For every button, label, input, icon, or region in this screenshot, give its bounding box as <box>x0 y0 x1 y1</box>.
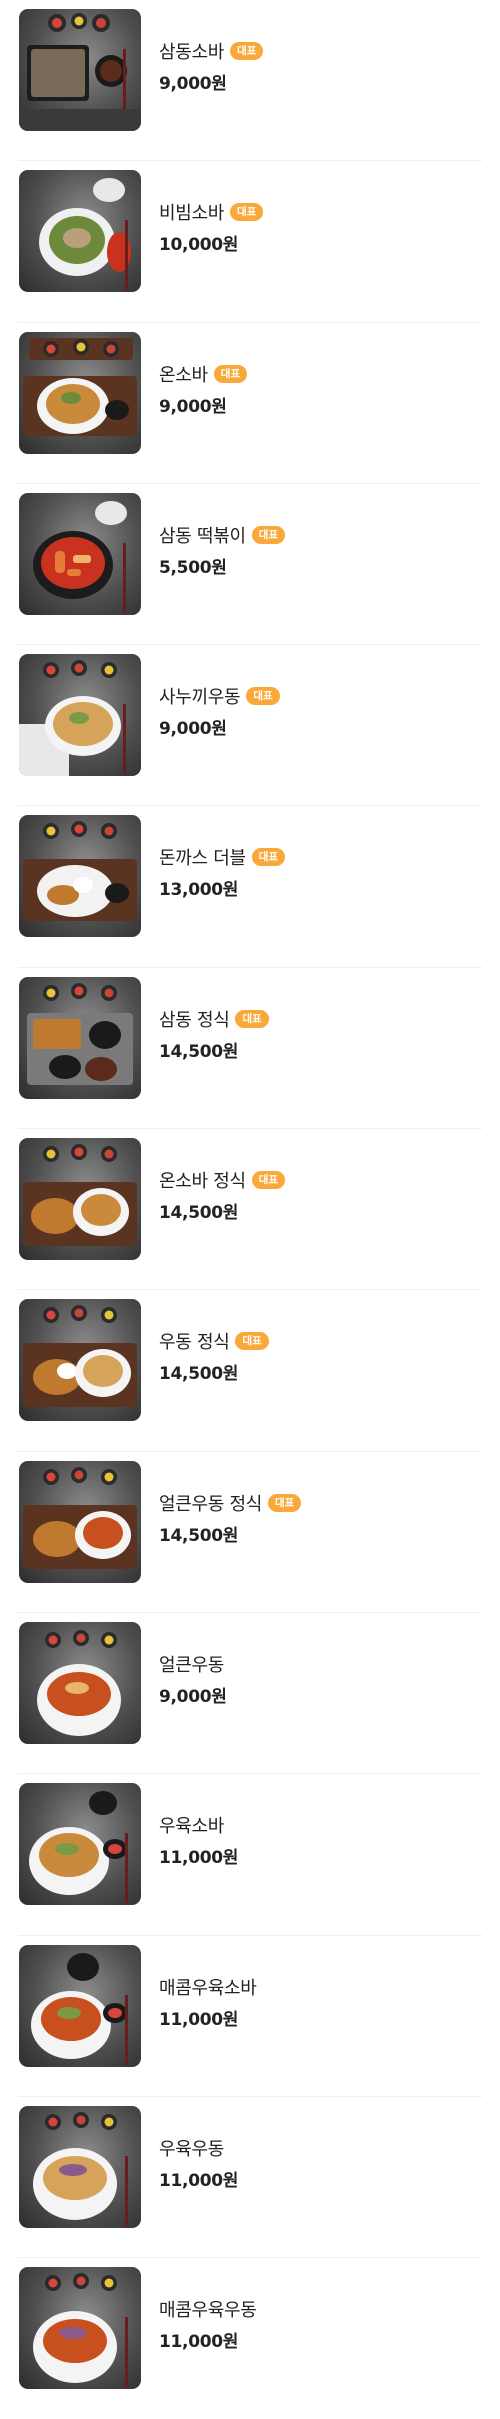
menu-item-price: 13,000원 <box>159 880 239 901</box>
menu-item[interactable]: 얼큰우동 9,000원 <box>0 1613 500 1775</box>
menu-item-name: 얼큰우동 정식 <box>159 1493 262 1515</box>
hot-soba-set-photo <box>19 1138 141 1261</box>
signature-badge: 대표 <box>251 848 286 867</box>
menu-item-price: 14,500원 <box>159 1525 239 1546</box>
spicy-udon-set-photo <box>19 1460 141 1583</box>
menu-item-price: 5,500원 <box>159 557 227 578</box>
menu-item[interactable]: 우육우동 11,000원 <box>0 2097 500 2259</box>
menu-item[interactable]: 돈까스 더블 대표 13,000원 <box>0 806 500 968</box>
menu-item[interactable]: 온소바 정식 대표 14,500원 <box>0 1129 500 1291</box>
menu-item[interactable]: 온소바 대표 9,000원 <box>0 323 500 484</box>
menu-item-price: 14,500원 <box>159 1041 239 1062</box>
spicy-beef-soba-photo <box>19 1944 141 2067</box>
menu-item[interactable]: 매콤우육소바 11,000원 <box>0 1936 500 2097</box>
menu-item[interactable]: 비빔소바 대표 10,000원 <box>0 161 500 323</box>
spicy-udon-photo <box>19 1621 141 1744</box>
menu-item[interactable]: 우육소바 11,000원 <box>0 1774 500 1936</box>
zaru-soba-set-photo <box>19 9 141 131</box>
beef-udon-photo <box>19 2105 141 2228</box>
menu-item[interactable]: 삼동 떡볶이 대표 5,500원 <box>0 484 500 646</box>
menu-list: 삼동소바 대표 9,000원 비빔소바 대표 10,000원 온소바 대표 9,… <box>0 0 500 2419</box>
menu-item-name: 사누끼우동 <box>159 687 241 709</box>
menu-item-name: 우육소바 <box>159 1816 225 1838</box>
menu-item-price: 14,500원 <box>159 1203 239 1224</box>
menu-item-price: 10,000원 <box>159 235 239 256</box>
menu-item-name: 온소바 <box>159 364 208 386</box>
menu-item-price: 9,000원 <box>159 719 227 740</box>
menu-item[interactable]: 얼큰우동 정식 대표 14,500원 <box>0 1452 500 1613</box>
menu-item-name: 우동 정식 <box>159 1332 230 1354</box>
signature-badge: 대표 <box>235 1332 269 1351</box>
menu-item-name: 삼동소바 <box>159 42 225 63</box>
beef-soba-photo <box>19 1783 141 1906</box>
signature-badge: 대표 <box>267 1493 302 1512</box>
menu-item-price: 9,000원 <box>159 1686 227 1707</box>
samdong-set-photo <box>19 976 141 1099</box>
signature-badge: 대표 <box>230 42 264 60</box>
menu-item-price: 14,500원 <box>159 1364 239 1385</box>
donkatsu-double-photo <box>19 815 141 938</box>
tteokbokki-photo <box>19 492 141 615</box>
signature-badge: 대표 <box>246 687 280 706</box>
menu-item[interactable]: 삼동 정식 대표 14,500원 <box>0 968 500 1130</box>
menu-item-price: 11,000원 <box>159 1848 239 1869</box>
menu-item-name: 우육우동 <box>159 2138 225 2160</box>
menu-item-price: 11,000원 <box>159 2170 239 2191</box>
menu-item-name: 매콤우육소바 <box>159 1977 257 1999</box>
menu-item-price: 9,000원 <box>159 396 227 417</box>
menu-item-name: 매콤우육우동 <box>159 2300 257 2322</box>
menu-item-name: 삼동 정식 <box>159 1009 230 1031</box>
sanuki-udon-photo <box>19 654 141 777</box>
menu-item-price: 11,000원 <box>159 2009 239 2030</box>
signature-badge: 대표 <box>213 364 248 383</box>
spicy-beef-udon-photo <box>19 2267 141 2390</box>
hot-soba-photo <box>19 331 141 454</box>
menu-item[interactable]: 사누끼우동 대표 9,000원 <box>0 645 500 807</box>
signature-badge: 대표 <box>235 1009 269 1028</box>
signature-badge: 대표 <box>251 1171 286 1190</box>
menu-item-name: 삼동 떡볶이 <box>159 525 246 547</box>
menu-item-price: 11,000원 <box>159 2332 239 2353</box>
menu-item-name: 비빔소바 <box>159 203 225 225</box>
menu-item-name: 돈까스 더블 <box>159 848 246 870</box>
signature-badge: 대표 <box>230 203 264 222</box>
menu-item[interactable]: 삼동소바 대표 9,000원 <box>0 0 500 162</box>
signature-badge: 대표 <box>251 525 286 544</box>
udon-set-photo <box>19 1299 141 1422</box>
menu-item[interactable]: 우동 정식 대표 14,500원 <box>0 1290 500 1452</box>
menu-item-name: 온소바 정식 <box>159 1171 246 1193</box>
menu-item-name: 얼큰우동 <box>159 1654 225 1676</box>
bibim-soba-photo <box>19 170 141 293</box>
menu-item-price: 9,000원 <box>159 74 227 94</box>
menu-item[interactable]: 매콤우육우동 11,000원 <box>0 2258 500 2419</box>
